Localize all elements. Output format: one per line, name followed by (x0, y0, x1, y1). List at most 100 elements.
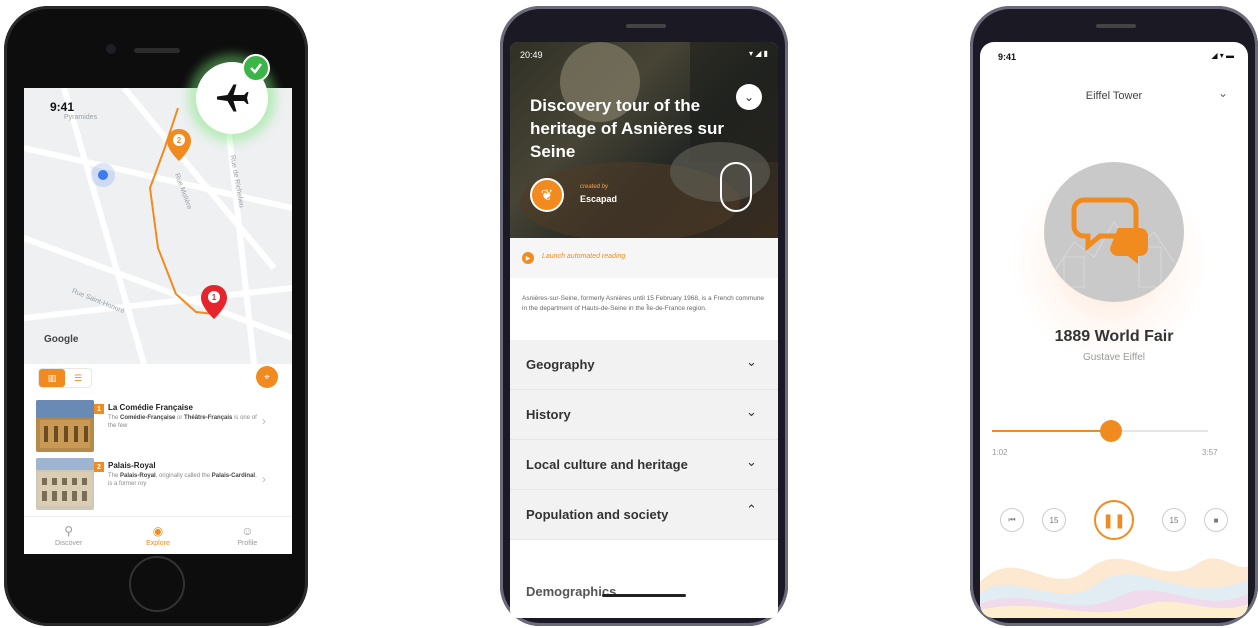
tour-screen: 20:49 ▾ ◢ ▮ Discovery tour of the herita… (510, 42, 778, 618)
place-title: La Comédie Française (108, 403, 193, 412)
google-logo: Google (44, 334, 79, 345)
tab-label: Explore (146, 540, 170, 547)
auto-read-label: Launch automated reading (542, 253, 626, 260)
creator-avatar[interactable]: ❦ (530, 178, 564, 212)
locate-icon: ⌖ (264, 371, 270, 383)
section-history[interactable]: History ⌄ (510, 390, 778, 440)
status-time: 9:41 (50, 100, 75, 114)
bird-icon: ❦ (540, 187, 554, 204)
tour-title: Discovery tour of the heritage of Asnièr… (530, 96, 724, 161)
status-time: 20:49 (520, 50, 543, 60)
place-number: 2 (94, 462, 104, 472)
pin-number: 2 (177, 136, 182, 145)
place-number: 1 (94, 404, 104, 414)
list-item[interactable]: 2 Palais-Royal The Palais-Royal, origina… (24, 458, 292, 512)
view-toggle[interactable]: ▥ ☰ (38, 368, 92, 388)
tab-label: Discover (55, 540, 83, 547)
section-geography[interactable]: Geography ⌄ (510, 340, 778, 390)
play-icon: ▶ (522, 252, 534, 264)
status-icons: ◢ ▾ ▬ (1211, 51, 1234, 60)
showcase-stage: 9:41 Pyramides Rue Saint-Honoré Rue Moli… (0, 0, 1258, 628)
chevron-down-icon: ⌄ (746, 354, 757, 369)
check-badge (242, 54, 270, 82)
place-description: The Palais-Royal, originally called the … (108, 473, 257, 487)
check-icon (250, 63, 262, 74)
chevron-right-icon: › (262, 414, 266, 428)
player-screen: 9:41 ◢ ▾ ▬ Eiffel Tower ⌄ 1889 World Fai… (980, 42, 1248, 618)
pause-icon: ❚❚ (1102, 511, 1126, 528)
locate-button[interactable]: ⌖ (256, 366, 278, 388)
place-thumbnail (36, 458, 94, 510)
progress-fill (992, 430, 1111, 432)
chevron-down-icon: ⌄ (746, 404, 757, 419)
place-description: The Comédie-Française or Théâtre-Françai… (108, 415, 257, 429)
total-time: 3:57 (1202, 448, 1218, 457)
track-cover (1044, 162, 1184, 302)
chat-bubbles-icon (1053, 197, 1175, 288)
chevron-right-icon: › (262, 472, 266, 486)
map-pin-stop-2[interactable]: 2 (166, 128, 192, 162)
skip-previous-icon: ⏮ (1008, 515, 1016, 524)
tab-discover[interactable]: ⚲ Discover (24, 517, 113, 554)
forward-icon: 15 (1169, 515, 1179, 525)
pin-number: 1 (212, 293, 217, 302)
rewind-15-button[interactable]: 15 (1042, 508, 1066, 532)
section-label: Local culture and heritage (526, 457, 688, 472)
phone-audio-player: 9:41 ◢ ▾ ▬ Eiffel Tower ⌄ 1889 World Fai… (970, 6, 1258, 626)
stop-icon: ■ (1213, 515, 1219, 525)
section-population[interactable]: Population and society ⌃ (510, 490, 778, 540)
tour-intro: Asnières-sur-Seine, formerly Asnières un… (522, 295, 765, 312)
map-streets (24, 88, 292, 364)
airplane-icon (217, 84, 249, 112)
creator-name[interactable]: Escapad (580, 194, 617, 204)
grid-view-icon[interactable]: ▥ (39, 369, 65, 387)
track-author: Gustave Eiffel (1082, 352, 1146, 363)
section-local-culture[interactable]: Local culture and heritage ⌄ (510, 440, 778, 490)
tab-bar: ⚲ Discover ◉ Explore ☺ Profile (24, 516, 292, 554)
skip-previous-button[interactable]: ⏮ (1000, 508, 1024, 532)
tab-explore[interactable]: ◉ Explore (113, 517, 202, 554)
progress-knob[interactable] (1099, 420, 1122, 442)
home-button[interactable] (129, 556, 185, 612)
auto-read-row[interactable]: ▶ Launch automated reading (510, 238, 778, 278)
map-pin-stop-1[interactable]: 1 (200, 284, 228, 320)
rewind-icon: 15 (1049, 515, 1059, 525)
tour-hero: 20:49 ▾ ◢ ▮ Discovery tour of the herita… (510, 42, 778, 238)
section-label: History (526, 407, 571, 422)
compass-icon: ◉ (152, 524, 164, 538)
list-view-icon[interactable]: ☰ (65, 369, 91, 387)
forward-15-button[interactable]: 15 (1162, 508, 1186, 532)
chevron-down-icon: ⌄ (743, 90, 755, 104)
list-item[interactable]: 1 La Comédie Française The Comédie-Franç… (24, 400, 292, 454)
front-camera (106, 44, 116, 54)
tab-profile[interactable]: ☺ Profile (203, 517, 292, 554)
map-view[interactable]: 9:41 Pyramides Rue Saint-Honoré Rue Moli… (24, 88, 292, 364)
player-title: Eiffel Tower (1085, 90, 1143, 102)
section-label: Geography (526, 357, 595, 372)
status-time: 9:41 (998, 52, 1017, 62)
chevron-up-icon: ⌃ (746, 502, 757, 517)
collapse-button[interactable]: ⌄ (736, 84, 762, 110)
audio-waveform (980, 558, 1248, 618)
pause-button[interactable]: ❚❚ (1094, 500, 1134, 540)
street-label: Pyramides (64, 114, 98, 121)
search-icon: ⚲ (64, 524, 74, 538)
map-screen: 9:41 Pyramides Rue Saint-Honoré Rue Moli… (24, 88, 292, 554)
user-location-dot (98, 170, 108, 180)
phone-tour-detail: 20:49 ▾ ◢ ▮ Discovery tour of the herita… (500, 6, 788, 626)
place-title: Palais-Royal (108, 461, 156, 470)
place-thumbnail (36, 400, 94, 452)
chevron-down-icon[interactable]: ⌄ (1218, 86, 1228, 100)
play-toggle[interactable] (720, 162, 752, 212)
current-time: 1:02 (992, 448, 1008, 457)
earpiece (134, 48, 180, 53)
profile-icon: ☺ (241, 524, 254, 538)
track-title: 1889 World Fair (1054, 328, 1174, 345)
earpiece (626, 24, 666, 28)
created-by-label: created by (580, 184, 609, 190)
chevron-down-icon: ⌄ (746, 454, 757, 469)
tab-label: Profile (237, 540, 258, 547)
earpiece (1096, 24, 1136, 28)
home-indicator (602, 594, 686, 597)
stop-button[interactable]: ■ (1204, 508, 1228, 532)
